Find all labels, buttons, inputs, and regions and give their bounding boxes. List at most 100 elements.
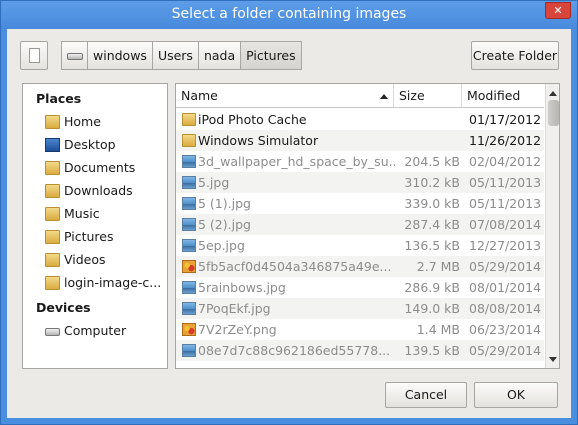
path-root-drive[interactable] [61,41,88,70]
folder-icon [45,230,60,244]
vertical-scrollbar[interactable] [545,84,559,368]
file-row[interactable]: 5 (2).jpg 287.4 kB 07/08/2014 [176,214,544,235]
file-modified: 01/17/2012 [469,112,542,127]
file-size: 287.4 kB [404,217,460,232]
file-row[interactable]: 3d_wallpaper_hd_space_by_su... 204.5 kB … [176,151,544,172]
image-file-icon [182,281,196,294]
picture-file-icon [182,323,196,336]
file-modified: 05/29/2014 [469,259,542,274]
file-name: iPod Photo Cache [198,112,307,127]
file-size: 136.5 kB [404,238,460,253]
document-icon [29,48,40,63]
sidebar-item-label: Desktop [64,137,116,152]
sidebar-item-documents[interactable]: Documents [45,157,165,179]
dialog-body: windows Users nada Pictures Create Folde… [7,29,571,418]
column-header-name[interactable]: Name [176,84,394,107]
sort-ascending-icon [380,94,388,99]
column-header-label: Modified [467,88,521,103]
folder-icon [45,207,60,221]
file-name: 7PoqEkf.jpg [198,301,271,316]
file-size: 310.2 kB [404,175,460,190]
create-folder-button[interactable]: Create Folder [471,41,559,70]
type-location-button[interactable] [20,41,48,70]
file-row[interactable]: 5.jpg 310.2 kB 05/11/2013 [176,172,544,193]
folder-chooser-dialog: Select a folder containing images ✕ wind… [0,0,578,425]
drive-icon [45,328,60,336]
file-row[interactable]: Windows Simulator 11/26/2012 [176,130,544,151]
sidebar-item-label: Videos [64,252,106,267]
title-bar[interactable]: Select a folder containing images ✕ [1,1,577,29]
picture-file-icon [182,260,196,273]
file-name: 5.jpg [198,175,230,190]
path-crumb-nada[interactable]: nada [197,41,242,70]
file-size: 149.0 kB [404,301,460,316]
scroll-up-icon[interactable] [549,91,557,96]
file-size: 1.4 MB [416,322,460,337]
file-name: 5 (2).jpg [198,217,251,232]
sidebar-item-videos[interactable]: Videos [45,249,165,271]
image-file-icon [182,176,196,189]
file-name: 08e7d7c88c962186ed55778... [198,343,391,358]
folder-icon [45,276,60,290]
column-header-modified[interactable]: Modified [462,84,544,107]
file-modified: 05/11/2013 [469,175,542,190]
sidebar-item-label: Pictures [64,229,114,244]
image-file-icon [182,344,196,357]
file-modified: 07/08/2014 [469,217,542,232]
column-header-label: Size [399,88,425,103]
file-modified: 08/01/2014 [469,280,542,295]
file-row[interactable]: 5fb5acf0d4504a346875a49e... 2.7 MB 05/29… [176,256,544,277]
sidebar-item-desktop[interactable]: Desktop [45,134,165,156]
file-row[interactable]: 5rainbows.jpg 286.9 kB 08/01/2014 [176,277,544,298]
path-crumb-pictures[interactable]: Pictures [240,41,302,70]
close-button[interactable]: ✕ [545,2,571,19]
image-file-icon [182,197,196,210]
desktop-icon [45,138,60,152]
sidebar-item-computer[interactable]: Computer [45,320,165,342]
file-row[interactable]: 7PoqEkf.jpg 149.0 kB 08/08/2014 [176,298,544,319]
sidebar-item-home[interactable]: Home [45,111,165,133]
column-header-size[interactable]: Size [394,84,462,107]
sidebar-item-label: login-image-c... [64,275,162,290]
file-modified: 11/26/2012 [469,133,542,148]
sidebar-item-label: Downloads [64,183,133,198]
home-folder-icon [45,115,60,129]
path-crumb-users[interactable]: Users [151,41,199,70]
file-row[interactable]: 5 (1).jpg 339.0 kB 05/11/2013 [176,193,544,214]
file-row[interactable]: iPod Photo Cache 01/17/2012 [176,109,544,130]
folder-icon [45,161,60,175]
file-size: 286.9 kB [404,280,460,295]
places-heading: Places [36,91,82,106]
file-modified: 05/29/2014 [469,343,542,358]
file-name: 3d_wallpaper_hd_space_by_su... [198,154,395,169]
folder-icon [182,134,196,147]
ok-button[interactable]: OK [474,382,558,408]
file-name: 5fb5acf0d4504a346875a49e... [198,259,392,274]
scroll-down-icon[interactable] [549,357,557,362]
sidebar-item-pictures[interactable]: Pictures [45,226,165,248]
sidebar-item-label: Computer [64,323,127,338]
file-name: Windows Simulator [198,133,319,148]
sidebar-item-label: Documents [64,160,136,175]
file-modified: 05/11/2013 [469,196,542,211]
file-row[interactable]: 7V2rZeY.png 1.4 MB 06/23/2014 [176,319,544,340]
cancel-button[interactable]: Cancel [385,382,467,408]
drive-icon [67,53,83,60]
sidebar-item-label: Music [64,206,100,221]
file-row[interactable]: 5ep.jpg 136.5 kB 12/27/2013 [176,235,544,256]
path-bar: windows Users nada Pictures [61,41,302,70]
file-size: 2.7 MB [416,259,460,274]
folder-icon [45,253,60,267]
path-crumb-windows[interactable]: windows [87,41,153,70]
close-icon: ✕ [553,4,563,17]
window-title: Select a folder containing images [171,6,407,22]
sidebar-item-login-image[interactable]: login-image-c... [45,272,165,294]
sidebar-item-downloads[interactable]: Downloads [45,180,165,202]
file-size: 339.0 kB [404,196,460,211]
file-name: 5 (1).jpg [198,196,251,211]
scrollbar-thumb[interactable] [548,100,559,126]
sidebar-item-music[interactable]: Music [45,203,165,225]
image-file-icon [182,218,196,231]
file-size: 139.5 kB [404,343,460,358]
file-row[interactable]: 08e7d7c88c962186ed55778... 139.5 kB 05/2… [176,340,544,361]
